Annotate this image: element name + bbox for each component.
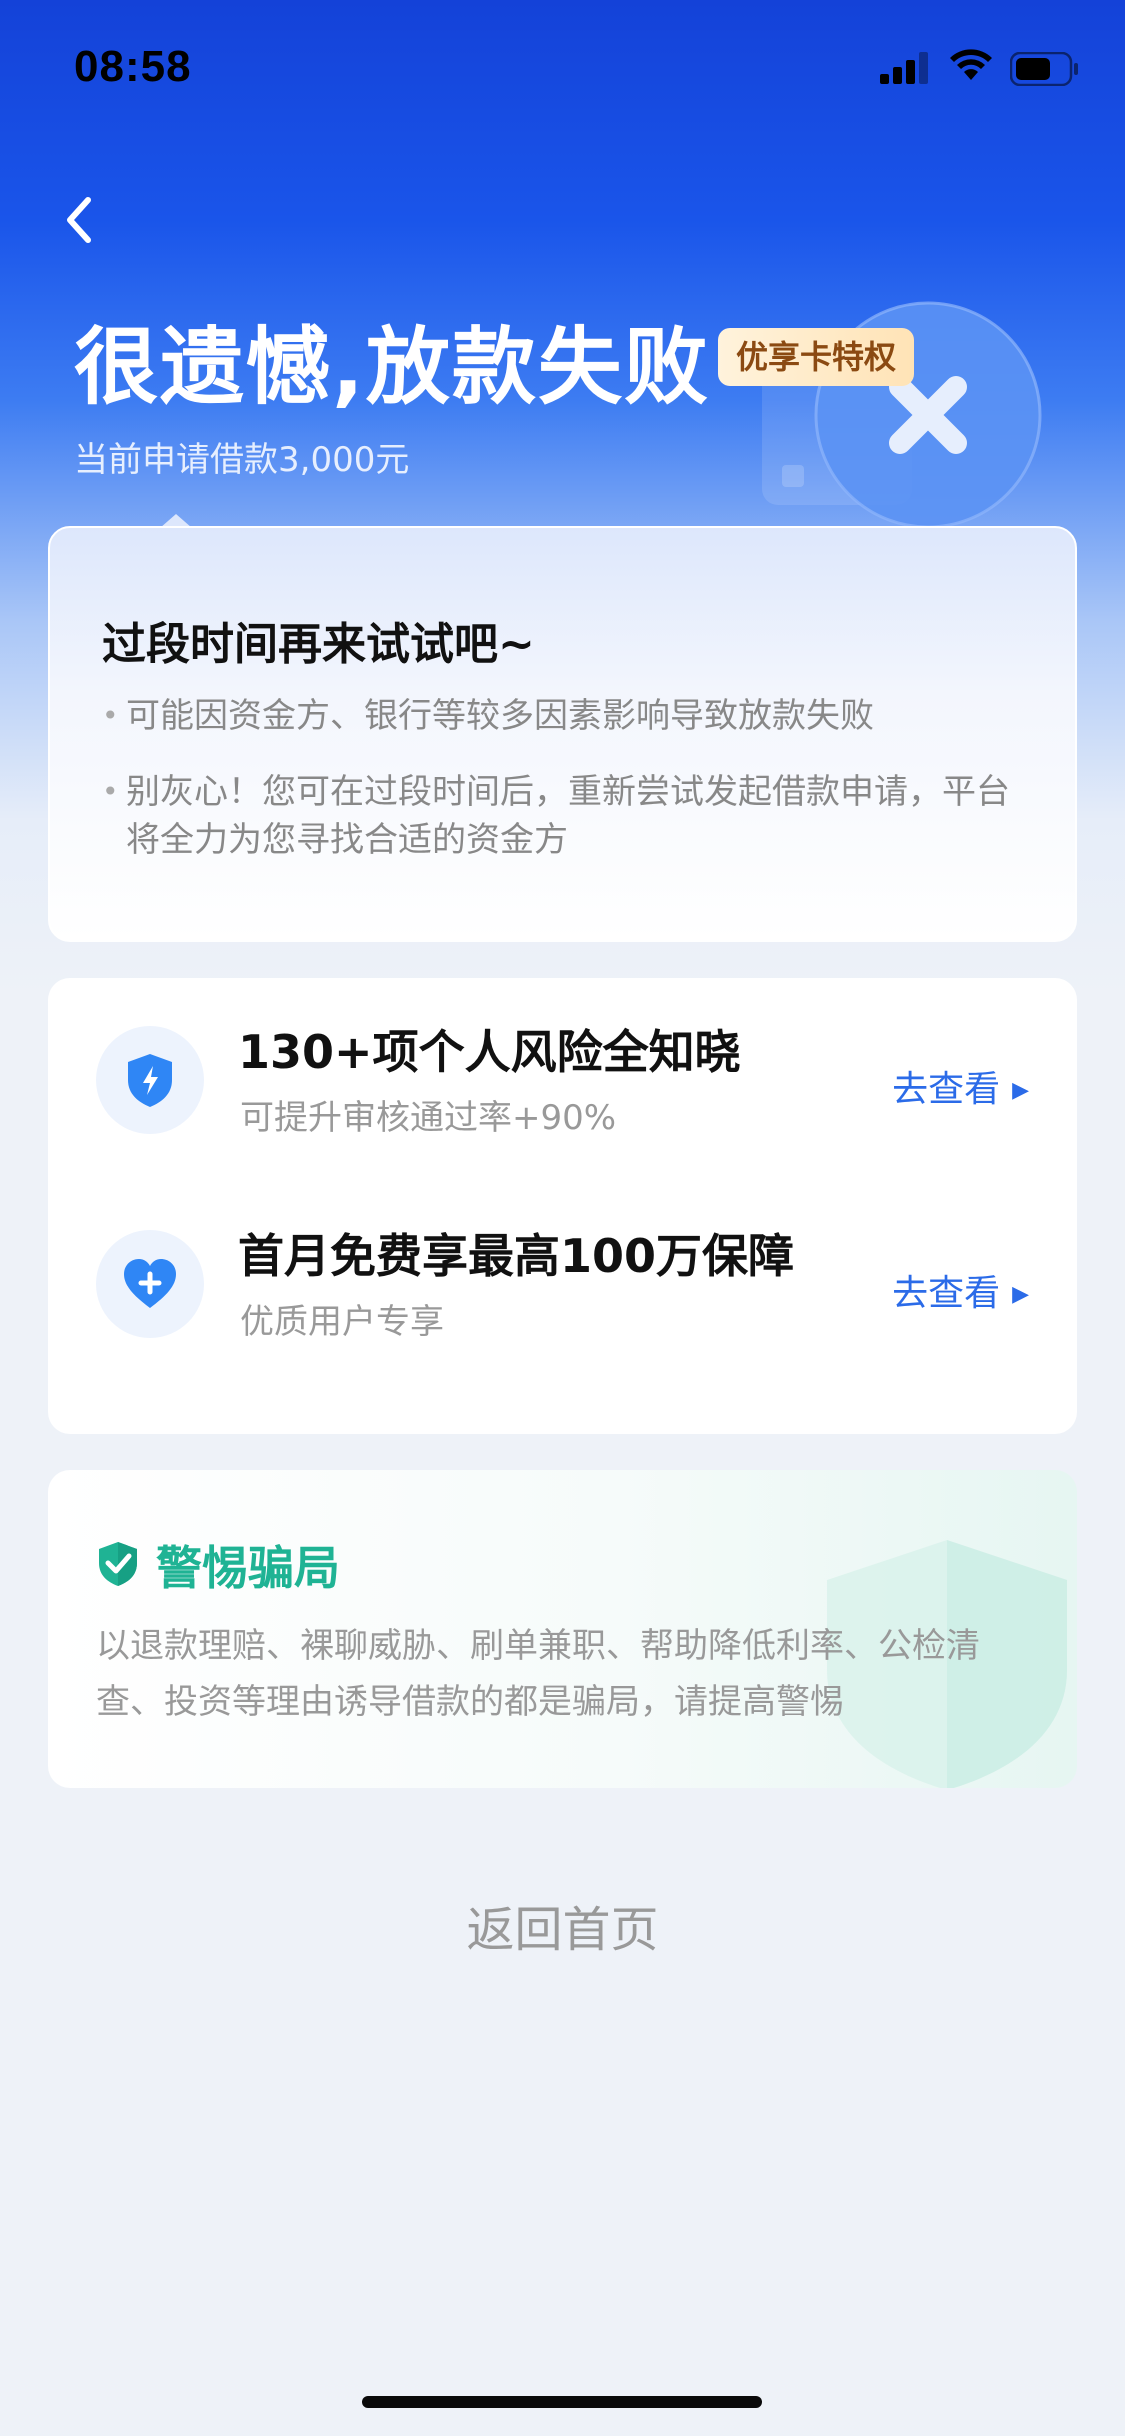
icon-circle (96, 1026, 204, 1134)
status-time: 08:58 (74, 42, 192, 91)
view-link[interactable]: 去查看 ▶ (892, 1060, 1029, 1112)
service-title: 首月免费享最高100万保障 (238, 1229, 795, 1283)
fraud-warning-card: 警惕骗局 以退款理赔、裸聊威胁、刷单兼职、帮助降低利率、公检清查、投资等理由诱导… (48, 1470, 1077, 1788)
notice-bullet-text: 别灰心！您可在过段时间后，重新尝试发起借款申请，平台将全力为您寻找合适的资金方 (126, 772, 1010, 860)
shield-check-icon (99, 1542, 137, 1586)
play-arrow-icon: ▶ (1012, 1078, 1029, 1103)
chevron-left-icon (67, 197, 91, 243)
play-arrow-icon: ▶ (1012, 1282, 1029, 1307)
wifi-icon (950, 49, 992, 80)
notice-bullet: • 可能因资金方、银行等较多因素影响导致放款失败 (102, 692, 1042, 740)
shield-lightning-icon (128, 1054, 172, 1107)
service-title: 130+项个人风险全知晓 (238, 1025, 741, 1079)
view-link-label: 去查看 (892, 1069, 1001, 1110)
loan-amount-subtitle: 当前申请借款3,000元 (74, 440, 410, 480)
back-button[interactable] (48, 180, 128, 260)
notice-bullet: • 别灰心！您可在过段时间后，重新尝试发起借款申请，平台将全力为您寻找合适的资金… (102, 768, 1042, 864)
page-title: 很遗憾,放款失败 (74, 318, 710, 416)
warning-text: 以退款理赔、裸聊威胁、刷单兼职、帮助降低利率、公检清查、投资等理由诱导借款的都是… (96, 1626, 980, 1722)
battery-icon (1010, 52, 1078, 86)
privilege-badge: 优享卡特权 (718, 328, 915, 386)
services-card: 130+项个人风险全知晓 可提升审核通过率+90% 去查看 ▶ 首月免费享最高10… (48, 978, 1077, 1434)
service-item-insurance[interactable]: 首月免费享最高100万保障 优质用户专享 去查看 ▶ (48, 1182, 1077, 1382)
view-link[interactable]: 去查看 ▶ (892, 1264, 1029, 1316)
icon-circle (96, 1230, 204, 1338)
home-indicator[interactable] (362, 2396, 762, 2408)
back-to-home-button[interactable]: 返回首页 (0, 1890, 1125, 1960)
cellular-signal-icon (880, 52, 928, 84)
heart-plus-icon (124, 1259, 176, 1308)
notice-bullet-text: 可能因资金方、银行等较多因素影响导致放款失败 (126, 696, 874, 736)
service-subtitle: 优质用户专享 (240, 1302, 444, 1342)
service-subtitle: 可提升审核通过率+90% (240, 1098, 617, 1138)
notice-heading: 过段时间再来试试吧~ (102, 619, 535, 670)
status-bar: 08:58 (0, 0, 1125, 140)
bullet-dot-icon: • (102, 775, 119, 808)
notice-card: 过段时间再来试试吧~ • 可能因资金方、银行等较多因素影响导致放款失败 • 别灰… (48, 526, 1077, 942)
bullet-dot-icon: • (102, 699, 119, 732)
service-item-risk-report[interactable]: 130+项个人风险全知晓 可提升审核通过率+90% 去查看 ▶ (48, 978, 1077, 1178)
warning-title: 警惕骗局 (156, 1541, 340, 1595)
view-link-label: 去查看 (892, 1273, 1001, 1314)
